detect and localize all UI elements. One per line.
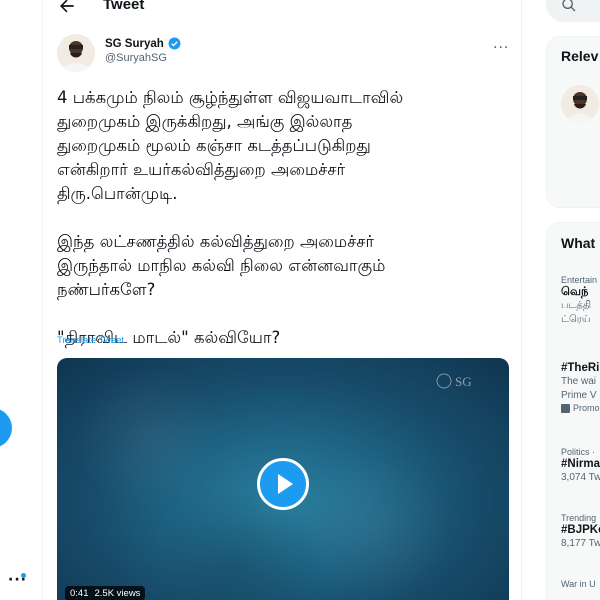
play-button[interactable] bbox=[257, 458, 309, 510]
trend-category: Politics · bbox=[561, 447, 596, 457]
avatar[interactable] bbox=[57, 34, 95, 72]
author-name[interactable]: SG Suryah bbox=[105, 38, 164, 50]
tweet-page: ··· Tweet SG Suryah @SuryahSG ··· 4 பக்க… bbox=[0, 0, 600, 600]
avatar[interactable] bbox=[561, 85, 599, 123]
video-views: 2.5K views bbox=[94, 588, 141, 599]
tweet-author[interactable]: SG Suryah @SuryahSG bbox=[57, 34, 181, 72]
page-title: Tweet bbox=[103, 0, 145, 13]
author-names: SG Suryah @SuryahSG bbox=[105, 37, 181, 64]
trend-name: வெந் bbox=[561, 286, 589, 298]
main-column: Tweet SG Suryah @SuryahSG ··· 4 பக்கமும்… bbox=[42, 0, 522, 600]
left-nav: ··· bbox=[0, 0, 42, 600]
relevant-people-title: Relev bbox=[561, 48, 599, 64]
trend-item[interactable]: #TheRi The wai Prime V Promo bbox=[561, 361, 600, 413]
trend-description: படத்தி ட்ரெய் bbox=[561, 300, 592, 325]
whats-happening-card: What Entertain வெந் படத்தி ட்ரெய் #TheRi… bbox=[546, 222, 600, 600]
trend-item[interactable]: Politics · #Nirma 3,074 Tw bbox=[561, 447, 600, 485]
promoted-label: Promo bbox=[561, 403, 600, 413]
trend-count: 8,177 Tw bbox=[561, 538, 600, 549]
tweet-paragraph: "திராவிட மாடல்" கல்வியோ? bbox=[57, 328, 281, 347]
back-arrow-icon[interactable] bbox=[57, 0, 77, 16]
verified-badge-icon bbox=[168, 37, 181, 50]
video-stats: 0:41 2.5K views bbox=[65, 586, 146, 600]
trend-name: #TheRi bbox=[561, 362, 600, 374]
watermark-text: SG bbox=[455, 374, 472, 389]
trend-item[interactable]: War in U bbox=[561, 579, 596, 589]
page-header: Tweet bbox=[43, 0, 521, 22]
trend-item[interactable]: Entertain வெந் படத்தி ட்ரெய் bbox=[561, 275, 597, 327]
promoted-text: Promo bbox=[573, 403, 600, 413]
whats-happening-title: What bbox=[561, 235, 596, 251]
trend-description: The wai Prime V bbox=[561, 376, 597, 401]
video-duration: 0:41 bbox=[70, 588, 89, 599]
trend-count: 3,074 Tw bbox=[561, 472, 600, 483]
trend-name: #BJPKe bbox=[561, 524, 600, 536]
search-icon bbox=[562, 0, 576, 12]
translate-tweet-link[interactable]: Translate Tweet bbox=[57, 335, 124, 346]
notification-dot bbox=[21, 573, 26, 578]
trend-category: War in U bbox=[561, 579, 596, 589]
trend-category: Trending bbox=[561, 513, 597, 523]
right-sidebar: Relev What Entertain வெந் படத்தி ட்ரெய் … bbox=[546, 0, 600, 600]
tweet-text: 4 பக்கமும் நிலம் சூழ்ந்துள்ள விஜயவாடாவில… bbox=[57, 86, 517, 374]
tweet-paragraph: இந்த லட்சணத்தில் கல்வித்துறை அமைச்சர் இர… bbox=[57, 232, 386, 299]
play-icon bbox=[278, 474, 293, 494]
trend-item[interactable]: Trending #BJPKe 8,177 Tw bbox=[561, 513, 600, 551]
video-watermark-logo: SG bbox=[435, 370, 495, 396]
promoted-icon bbox=[561, 403, 570, 413]
video-player[interactable]: SG 0:41 2.5K views bbox=[57, 358, 509, 600]
relevant-people-card: Relev bbox=[546, 36, 600, 208]
compose-tweet-button[interactable] bbox=[0, 408, 12, 448]
tweet-paragraph: 4 பக்கமும் நிலம் சூழ்ந்துள்ள விஜயவாடாவில… bbox=[57, 88, 404, 203]
tweet-more-icon[interactable]: ··· bbox=[493, 40, 509, 56]
trend-name: #Nirma bbox=[561, 458, 600, 470]
trend-category: Entertain bbox=[561, 275, 598, 285]
author-handle[interactable]: @SuryahSG bbox=[105, 52, 181, 64]
